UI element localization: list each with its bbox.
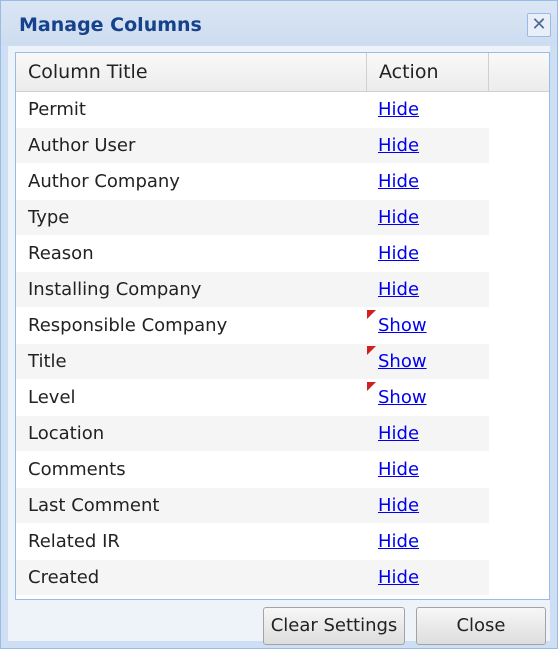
- column-title-cell: Type: [28, 207, 70, 228]
- action-cell: Hide: [367, 236, 489, 272]
- dialog-body: Column Title Action Permit Hide Author Use…: [7, 45, 551, 645]
- action-cell: Hide: [367, 524, 489, 560]
- action-cell: Hide: [367, 92, 489, 128]
- table-row[interactable]: Author Company Hide: [16, 164, 489, 200]
- hide-column-link[interactable]: Hide: [378, 524, 419, 560]
- show-column-link[interactable]: Show: [378, 344, 427, 380]
- column-title-cell: Installing Company: [28, 279, 202, 300]
- hide-column-link[interactable]: Hide: [378, 164, 419, 200]
- table-row[interactable]: Created Hide: [16, 560, 489, 596]
- clear-settings-button[interactable]: Clear Settings: [263, 607, 405, 645]
- table-row[interactable]: Related IR Hide: [16, 524, 489, 560]
- column-title-cell: Permit: [28, 99, 86, 120]
- modified-marker-icon: [367, 382, 376, 391]
- action-cell: Hide: [367, 416, 489, 452]
- column-title-cell: Level: [28, 387, 76, 408]
- action-cell: Show: [367, 380, 489, 416]
- hide-column-link[interactable]: Hide: [378, 236, 419, 272]
- columns-grid: Column Title Action Permit Hide Author Use…: [15, 52, 550, 600]
- table-row[interactable]: Level Show: [16, 380, 489, 416]
- hide-column-link[interactable]: Hide: [378, 92, 419, 128]
- action-cell: Hide: [367, 128, 489, 164]
- dialog-titlebar[interactable]: Manage Columns ✕: [1, 1, 557, 45]
- table-row[interactable]: Responsible Company Show: [16, 308, 489, 344]
- column-title-cell: Last Comment: [28, 495, 160, 516]
- close-button[interactable]: Close: [416, 607, 546, 645]
- hide-column-link[interactable]: Hide: [378, 272, 419, 308]
- hide-column-link[interactable]: Hide: [378, 560, 419, 596]
- table-row[interactable]: Comments Hide: [16, 452, 489, 488]
- table-row[interactable]: Last Comment Hide: [16, 488, 489, 524]
- action-cell: Hide: [367, 488, 489, 524]
- table-row[interactable]: Type Hide: [16, 200, 489, 236]
- column-title-cell: Related IR: [28, 531, 120, 552]
- action-header[interactable]: Action: [367, 53, 489, 91]
- column-title-cell: Author User: [28, 135, 136, 156]
- dialog-title: Manage Columns: [19, 14, 202, 36]
- table-row[interactable]: Author User Hide: [16, 128, 489, 164]
- hide-column-link[interactable]: Hide: [378, 488, 419, 524]
- column-title-cell: Reason: [28, 243, 94, 264]
- column-title-cell: Comments: [28, 459, 126, 480]
- header-filler: [489, 53, 549, 91]
- hide-column-link[interactable]: Hide: [378, 200, 419, 236]
- column-title-cell: Responsible Company: [28, 315, 228, 336]
- table-row[interactable]: Reason Hide: [16, 236, 489, 272]
- column-title-cell: Location: [28, 423, 105, 444]
- modified-marker-icon: [367, 346, 376, 355]
- hide-column-link[interactable]: Hide: [378, 128, 419, 164]
- close-icon[interactable]: ✕: [527, 13, 551, 37]
- grid-rows: Permit Hide Author User Hide Author Company H…: [16, 92, 489, 596]
- column-title-header[interactable]: Column Title: [16, 53, 367, 91]
- grid-header: Column Title Action: [16, 53, 549, 92]
- action-cell: Hide: [367, 452, 489, 488]
- column-title-cell: Created: [28, 567, 100, 588]
- manage-columns-dialog: Manage Columns ✕ Column Title Action Per…: [0, 0, 558, 649]
- action-cell: Hide: [367, 560, 489, 596]
- table-row[interactable]: Location Hide: [16, 416, 489, 452]
- table-row[interactable]: Installing Company Hide: [16, 272, 489, 308]
- action-cell: Hide: [367, 200, 489, 236]
- action-cell: Hide: [367, 272, 489, 308]
- table-row[interactable]: Title Show: [16, 344, 489, 380]
- action-cell: Hide: [367, 164, 489, 200]
- modified-marker-icon: [367, 310, 376, 319]
- action-cell: Show: [367, 308, 489, 344]
- column-title-cell: Title: [28, 351, 67, 372]
- action-cell: Show: [367, 344, 489, 380]
- hide-column-link[interactable]: Hide: [378, 452, 419, 488]
- table-row[interactable]: Permit Hide: [16, 92, 489, 128]
- show-column-link[interactable]: Show: [378, 308, 427, 344]
- show-column-link[interactable]: Show: [378, 380, 427, 416]
- hide-column-link[interactable]: Hide: [378, 416, 419, 452]
- column-title-cell: Author Company: [28, 171, 180, 192]
